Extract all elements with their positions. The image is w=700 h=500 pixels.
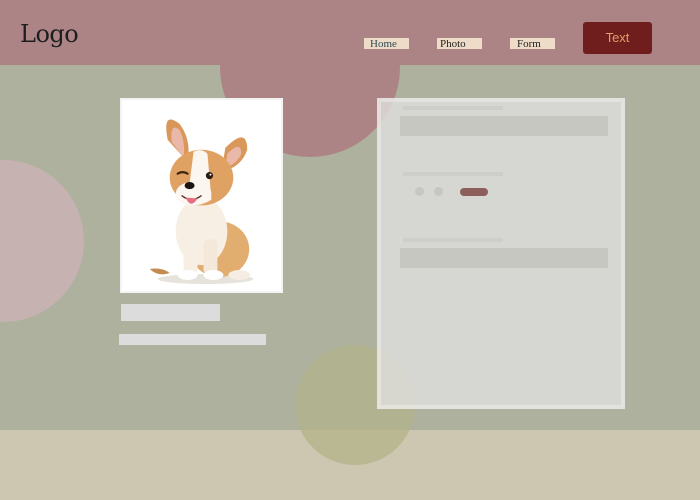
toggle-switch[interactable] xyxy=(460,188,488,196)
nav-photo-link[interactable]: Photo xyxy=(437,38,482,50)
radio-option-2[interactable] xyxy=(434,187,443,196)
cta-text-button[interactable]: Text xyxy=(583,22,652,54)
radio-option-1[interactable] xyxy=(415,187,424,196)
dog-photo xyxy=(120,98,283,293)
option-label-line xyxy=(403,172,503,176)
photo-caption-title xyxy=(121,304,220,321)
decorative-pink-circle xyxy=(0,160,84,322)
text-input-field[interactable] xyxy=(400,248,608,268)
field-label-line xyxy=(403,238,503,242)
contact-form-panel xyxy=(377,98,625,409)
nav-home-link[interactable]: Home xyxy=(364,38,409,50)
corgi-puppy-icon xyxy=(149,119,254,284)
field-label-line xyxy=(403,106,503,110)
nav-form-link[interactable]: Form xyxy=(510,38,555,50)
text-input-field[interactable] xyxy=(400,116,608,136)
photo-caption-line xyxy=(119,334,266,345)
site-logo[interactable]: Logo xyxy=(20,20,79,48)
top-header: Logo Home Photo Form Text xyxy=(0,0,700,65)
